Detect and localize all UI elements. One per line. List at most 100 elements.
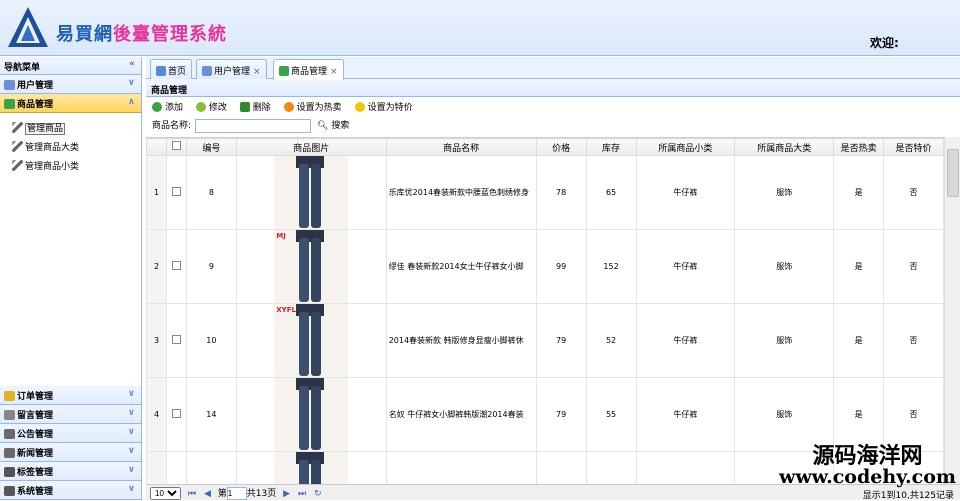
sidebar-group-goods[interactable]: 商品管理 ∧	[0, 94, 141, 113]
row-checkbox-cell[interactable]	[165, 155, 187, 230]
column-header[interactable]: 商品图片	[235, 138, 387, 156]
user-icon	[202, 66, 212, 76]
welcome-text: 欢迎:	[870, 36, 899, 50]
star-icon	[354, 102, 365, 112]
tab-home[interactable]: 首页	[150, 59, 193, 79]
column-header[interactable]: 所属商品大类	[734, 138, 835, 156]
page-size-select[interactable]: 10	[150, 487, 181, 500]
column-header[interactable]: 是否特价	[883, 138, 944, 156]
search-row: 商品名称: 🔍︎ 搜索	[146, 117, 960, 135]
column-header[interactable]: 所属商品小类	[635, 138, 736, 156]
select-all-checkbox[interactable]	[171, 141, 181, 150]
column-header[interactable]: 是否热卖	[833, 138, 885, 156]
product-stock: 55	[585, 377, 637, 452]
product-category: 服饰	[734, 155, 835, 230]
product-subcategory	[635, 451, 736, 484]
select-all-checkbox-header[interactable]	[165, 138, 187, 156]
sidebar-group-users[interactable]: 用户管理 ∨	[0, 75, 141, 94]
toolbar: 添加 修改 删除 设置为热卖 设置为特价	[146, 97, 960, 117]
message-icon	[4, 410, 15, 420]
products-grid: 编号 商品图片 商品名称 价格 库存 所属商品小类 所属商品大类 是否热卖 是否特价 1 8 乐库优…	[146, 137, 944, 484]
sidebar-group-notice[interactable]: 公告管理 ∨	[0, 424, 141, 443]
collapse-sidebar-icon[interactable]: «	[129, 59, 135, 69]
chevron-down-icon: ∨	[127, 465, 135, 475]
column-header[interactable]: 编号	[185, 138, 237, 156]
search-button[interactable]: 🔍︎ 搜索	[317, 121, 349, 131]
sidebar-item-manage-goods[interactable]: 管理商品	[12, 121, 141, 140]
column-header[interactable]: 商品名称	[385, 138, 537, 156]
prev-page-icon[interactable]: ◀	[204, 489, 211, 499]
edit-button[interactable]: 修改	[195, 100, 227, 113]
delete-icon	[239, 102, 250, 112]
row-checkbox[interactable]	[171, 187, 181, 196]
row-checkbox[interactable]	[171, 409, 181, 418]
sidebar-group-system[interactable]: 系统管理 ∨	[0, 481, 141, 500]
product-category: 服饰	[734, 377, 835, 452]
vertical-scrollbar[interactable]	[944, 137, 960, 484]
table-row[interactable]: 3 10 XYFL 2014春装新款 韩版修身显瘦小脚裤休 79 52 牛仔裤 服饰是否	[146, 303, 944, 378]
row-checkbox[interactable]	[171, 335, 181, 344]
order-icon	[4, 391, 15, 401]
news-icon	[4, 448, 15, 458]
table-row[interactable]: 1 8 乐库优2014春装新款中腰蓝色刺绣修身 78 65 牛仔裤 服饰是否	[146, 155, 944, 230]
sidebar-group-tag[interactable]: 标签管理 ∨	[0, 462, 141, 481]
row-number: 4	[146, 377, 167, 452]
sidebar-item-manage-categories[interactable]: 管理商品大类	[12, 140, 141, 159]
row-checkbox-cell[interactable]	[165, 377, 187, 452]
page-number-input[interactable]	[226, 487, 247, 500]
product-image-tag: XYFL	[276, 306, 296, 314]
sidebar-item-manage-subcategories[interactable]: 管理商品小类	[12, 159, 141, 178]
first-page-icon[interactable]: ⏮	[188, 489, 196, 499]
system-icon	[4, 486, 15, 496]
set-special-button[interactable]: 设置为特价	[354, 100, 413, 113]
tab-goods[interactable]: 商品管理 ×	[273, 59, 344, 80]
app-header: 易買網後臺管理系統 欢迎:	[0, 0, 960, 56]
row-checkbox-cell[interactable]	[165, 229, 187, 304]
table-row[interactable]: 4 14 名奴 牛仔裤女小脚裤韩版潮2014春装 79 55 牛仔裤 服饰是否	[146, 377, 944, 452]
notice-icon	[4, 429, 15, 439]
row-number: 2	[146, 229, 167, 304]
product-category: 服饰	[734, 303, 835, 378]
delete-button[interactable]: 删除	[239, 100, 271, 113]
product-name-input[interactable]	[195, 118, 312, 133]
refresh-icon[interactable]: ↻	[314, 489, 322, 499]
product-image-tag: MJ	[276, 232, 286, 240]
column-header[interactable]: 价格	[535, 138, 587, 156]
tab-bar: 首页 用户管理 × 商品管理 ×	[146, 57, 960, 80]
row-checkbox[interactable]	[171, 261, 181, 270]
product-price	[535, 451, 587, 484]
tab-users[interactable]: 用户管理 ×	[196, 59, 267, 79]
table-row[interactable]: 2 9 MJ 缪佳 春装新款2014女士牛仔裤女小脚 99 152 牛仔裤 服饰是否	[146, 229, 944, 304]
logo-triangle-icon	[8, 7, 48, 47]
page-info: 显示1到10,共125记录	[862, 491, 954, 501]
close-icon[interactable]: ×	[253, 67, 261, 77]
sidebar-group-message[interactable]: 留言管理 ∨	[0, 405, 141, 424]
scrollbar-thumb[interactable]	[947, 149, 959, 197]
product-hot-flag: 是	[833, 229, 885, 304]
last-page-icon[interactable]: ⏭	[298, 489, 306, 499]
column-header[interactable]: 库存	[585, 138, 637, 156]
chevron-down-icon: ∨	[127, 78, 135, 88]
close-icon[interactable]: ×	[330, 67, 338, 77]
product-hot-flag: 是	[833, 377, 885, 452]
product-name: 缪佳 春装新款2014女士牛仔裤女小脚	[385, 229, 537, 304]
product-special-flag: 否	[883, 377, 944, 452]
product-id: 8	[185, 155, 237, 230]
wrench-icon	[12, 141, 23, 152]
row-number: 3	[146, 303, 167, 378]
next-page-icon[interactable]: ▶	[283, 489, 290, 499]
row-checkbox-cell[interactable]	[165, 303, 187, 378]
set-hot-button[interactable]: 设置为热卖	[283, 100, 342, 113]
sidebar-group-order[interactable]: 订单管理 ∨	[0, 386, 141, 405]
product-image	[274, 452, 349, 484]
product-name: 名奴 牛仔裤女小脚裤韩版潮2014春装	[385, 377, 537, 452]
chevron-down-icon: ∨	[127, 408, 135, 418]
product-hot-flag: 是	[833, 155, 885, 230]
chevron-down-icon: ∨	[127, 484, 135, 494]
row-checkbox-cell[interactable]	[165, 451, 187, 484]
product-image	[274, 156, 349, 229]
product-image: XYFL	[274, 304, 349, 377]
product-id	[185, 451, 237, 484]
add-button[interactable]: 添加	[152, 100, 183, 113]
sidebar-group-news[interactable]: 新闻管理 ∨	[0, 443, 141, 462]
